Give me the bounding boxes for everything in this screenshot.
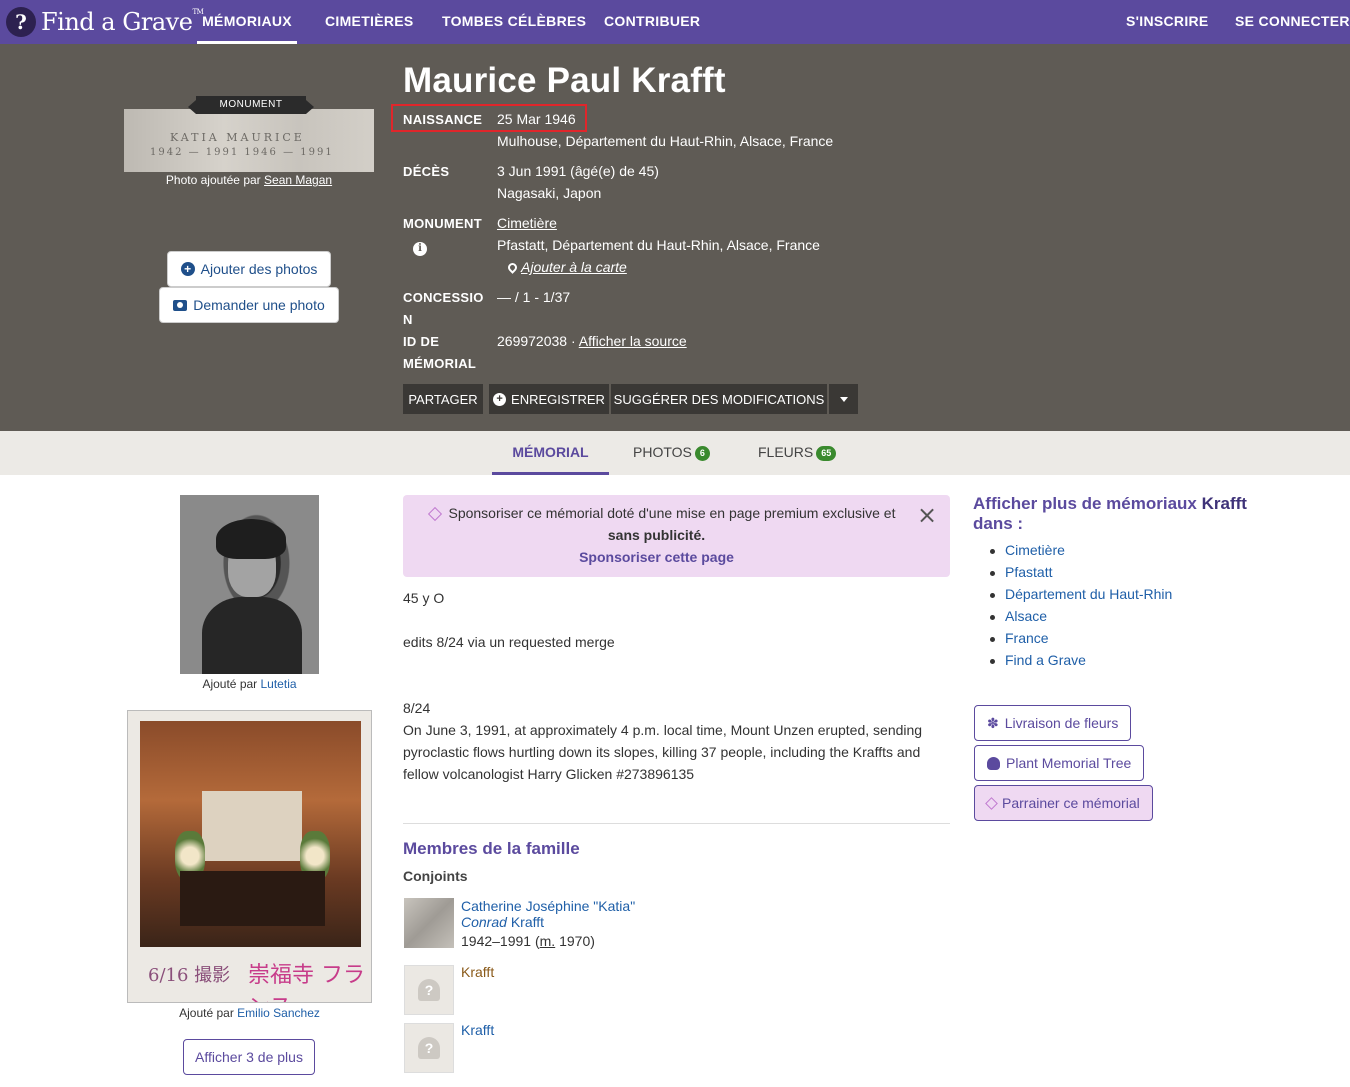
flower-delivery-button[interactable]: ✽ Livraison de fleurs <box>974 705 1132 741</box>
memorial-id-label-wrap: MÉMORIAL <box>403 356 477 371</box>
bio-text: 45 y O <box>403 590 445 606</box>
tab-memorial[interactable]: MÉMORIAL <box>492 431 609 475</box>
monument-photo[interactable]: KATIA MAURICE 1942 — 1991 1946 — 1991 <box>124 109 374 172</box>
death-label: DÉCÈS <box>403 164 450 179</box>
photo-caption: Ajouté par Emilio Sanchez <box>179 1006 320 1020</box>
logo-icon: ? <box>6 7 36 37</box>
memorial-id: 269972038 · Afficher la source <box>497 333 687 349</box>
stone-inscription-names: KATIA MAURICE <box>170 131 305 144</box>
info-icon[interactable]: i <box>413 242 427 256</box>
tree-icon <box>987 756 1000 770</box>
monument-ribbon: MONUMENT <box>188 96 314 114</box>
memorial-id-label: ID DE <box>403 334 440 349</box>
map-pin-icon <box>506 261 519 274</box>
bio-text: On June 3, 1991, at approximately 4 p.m.… <box>403 722 923 738</box>
signup-link[interactable]: S'INSCRIRE <box>1126 0 1209 44</box>
bio-text: fellow volcanologist Harry Glicken #2738… <box>403 766 695 782</box>
placeholder-photo-icon: ? <box>418 1037 440 1059</box>
plant-tree-button[interactable]: Plant Memorial Tree <box>974 745 1145 781</box>
sponsor-page-link[interactable]: Sponsoriser cette page <box>403 549 910 565</box>
flowers-count-badge: 65 <box>816 445 837 461</box>
birth-place: Mulhouse, Département du Haut-Rhin, Alsa… <box>497 133 834 149</box>
bio-text: edits 8/24 via un requested merge <box>403 634 615 650</box>
memorial-name: Maurice Paul Krafft <box>403 61 726 100</box>
death-date: 3 Jun 1991 (âgé(e) de 45) <box>497 163 659 179</box>
diamond-icon <box>985 796 998 810</box>
flower-icon: ✽ <box>987 714 999 731</box>
more-link-region[interactable]: Alsace <box>990 608 1047 624</box>
find-a-grave-logo[interactable]: ? Find a GraveTM <box>6 3 204 41</box>
family-members-title: Membres de la famille <box>403 839 580 858</box>
polaroid-handwriting-pink: 崇福寺 フランス <box>248 963 365 1002</box>
more-link-city[interactable]: Pfastatt <box>990 564 1052 580</box>
memorial-tabs: MÉMORIAL PHOTOS 6 FLEURS 65 <box>0 431 1350 475</box>
spouse-link[interactable]: Catherine Joséphine "Katia" Conrad Kraff… <box>461 898 635 930</box>
relative-link[interactable]: Krafft <box>461 964 494 980</box>
cemetery-link[interactable]: Cimetière <box>497 215 557 231</box>
divider <box>403 823 950 824</box>
sponsor-memorial-button[interactable]: Parrainer ce mémorial <box>974 785 1153 821</box>
concession-value: — / 1 - 1/37 <box>497 289 571 305</box>
more-link-department[interactable]: Département du Haut-Rhin <box>990 586 1172 602</box>
nav-memorials[interactable]: MÉMORIAUX <box>197 0 297 44</box>
more-memorials-title: Afficher plus de mémoriaux Krafft dans : <box>973 494 1247 533</box>
top-navigation: ? Find a GraveTM MÉMORIAUX CIMETIÈRES TO… <box>0 0 1350 44</box>
photo-contributor-link[interactable]: Lutetia <box>261 677 297 691</box>
chevron-down-icon <box>839 396 848 402</box>
monument-label: MONUMENT <box>403 216 482 231</box>
concession-label: CONCESSIO <box>403 290 484 305</box>
request-photo-button[interactable]: Demander une photo <box>159 287 339 323</box>
plus-circle-icon: + <box>493 392 507 406</box>
add-to-map[interactable]: Ajouter à la carte <box>506 259 627 275</box>
relative-placeholder-photo[interactable]: ? <box>404 1023 454 1073</box>
logo-text: Find a GraveTM <box>41 8 204 36</box>
spouse-dates: 1942–1991 (m. 1970) <box>461 933 595 949</box>
nav-cemeteries[interactable]: CIMETIÈRES <box>325 0 414 44</box>
cemetery-link-wrap: Cimetière <box>497 215 557 231</box>
nav-contribute[interactable]: CONTRIBUER <box>604 0 700 44</box>
plus-circle-icon: + <box>180 262 195 276</box>
spouse-photo[interactable] <box>404 898 454 948</box>
death-place: Nagasaki, Japon <box>497 185 602 201</box>
spouses-heading: Conjoints <box>403 868 468 884</box>
show-source-link[interactable]: Afficher la source <box>579 333 687 349</box>
shrine-photo[interactable]: 6/16 撮影 崇福寺 フランス <box>127 710 372 1003</box>
relative-link[interactable]: Krafft <box>461 1022 494 1038</box>
tab-photos[interactable]: PHOTOS 6 <box>633 431 710 475</box>
more-link-country[interactable]: France <box>990 630 1049 646</box>
photo-author-link[interactable]: Sean Magan <box>264 173 332 187</box>
nav-famous-graves[interactable]: TOMBES CÉLÈBRES <box>442 0 586 44</box>
birth-label: NAISSANCE <box>403 112 483 127</box>
portrait-photo[interactable] <box>180 495 319 674</box>
close-icon[interactable]: × <box>917 503 937 527</box>
show-more-photos-button[interactable]: Afficher 3 de plus <box>183 1039 315 1075</box>
more-link-cemetery[interactable]: Cimetière <box>990 542 1065 558</box>
login-link[interactable]: SE CONNECTER <box>1235 0 1350 44</box>
photos-count-badge: 6 <box>694 445 710 461</box>
birth-date: 25 Mar 1946 <box>497 111 576 127</box>
save-button[interactable]: + ENREGISTRER <box>489 384 609 414</box>
placeholder-photo-icon: ? <box>418 979 440 1001</box>
camera-icon <box>173 299 188 311</box>
add-photos-button[interactable]: + Ajouter des photos <box>167 251 331 287</box>
stone-inscription-dates: 1942 — 1991 1946 — 1991 <box>150 147 334 158</box>
photo-caption: Ajouté par Lutetia <box>202 677 297 691</box>
polaroid-handwriting: 6/16 撮影 <box>148 965 231 986</box>
more-link-find-a-grave[interactable]: Find a Grave <box>990 652 1086 668</box>
relative-placeholder-photo[interactable]: ? <box>404 965 454 1015</box>
tab-flowers[interactable]: FLEURS 65 <box>758 431 837 475</box>
photo-contributor-link[interactable]: Emilio Sanchez <box>237 1006 320 1020</box>
monument-place: Pfastatt, Département du Haut-Rhin, Alsa… <box>497 237 820 253</box>
diamond-icon <box>428 507 443 522</box>
sponsor-banner: Sponsoriser ce mémorial doté d'une mise … <box>403 495 950 577</box>
share-button[interactable]: PARTAGER <box>403 384 483 414</box>
suggest-edits-button[interactable]: SUGGÉRER DES MODIFICATIONS <box>611 384 827 414</box>
photo-credit: Photo ajoutée par Sean Magan <box>165 173 333 187</box>
bio-text: 8/24 <box>403 700 431 716</box>
concession-label-wrap: N <box>403 312 413 327</box>
bio-text: pyroclastic flows hurtling down its slop… <box>403 744 921 760</box>
more-actions-dropdown[interactable] <box>829 384 858 414</box>
